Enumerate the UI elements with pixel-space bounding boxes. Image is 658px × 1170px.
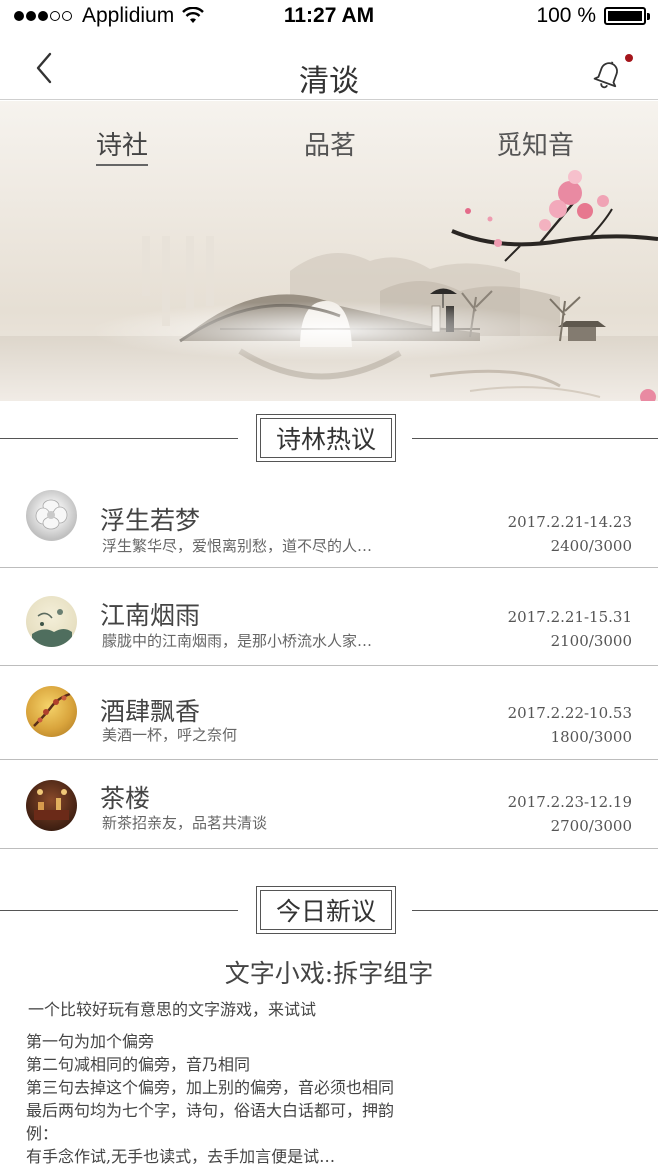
battery-percent: 100 %: [536, 4, 596, 27]
status-right: 100 %: [536, 4, 650, 28]
topic-title: 酒肆飘香: [100, 697, 201, 726]
topic-title: 浮生若梦: [100, 506, 201, 535]
topic-date: 2017.2.23-12.19: [507, 793, 632, 811]
list-item[interactable]: 酒肆飘香 美酒一杯，呼之奈何 2017.2.22-10.53 1800/3000: [0, 666, 658, 760]
tab-tea-tasting[interactable]: 品茗: [304, 125, 356, 162]
topic-date: 2017.2.21-15.31: [507, 608, 632, 626]
divider-line: [0, 438, 238, 439]
list-item[interactable]: 浮生若梦 浮生繁华尽，爱恨离别愁，道不尽的人… 2017.2.21-14.23 …: [0, 470, 658, 568]
topic-subtitle: 新茶招亲友，品茗共清谈: [102, 814, 268, 832]
article-line: 例：: [26, 1124, 59, 1143]
divider-line: [412, 438, 658, 439]
list-item[interactable]: 江南烟雨 朦胧中的江南烟雨，是那小桥流水人家… 2017.2.21-15.31 …: [0, 568, 658, 666]
topic-list: 浮生若梦 浮生繁华尽，爱恨离别愁，道不尽的人… 2017.2.21-14.23 …: [0, 470, 658, 849]
hot-section-header: 诗林热议: [0, 414, 658, 464]
battery-icon: [604, 7, 650, 25]
topic-count: 2100/3000: [550, 632, 632, 650]
section-title: 今日新议: [256, 886, 396, 934]
plum-blossom-avatar: [26, 686, 77, 737]
white-flower-avatar: [26, 490, 77, 541]
tea-house-avatar: [26, 780, 77, 831]
section-title: 诗林热议: [256, 414, 396, 462]
topic-subtitle: 美酒一杯，呼之奈何: [102, 726, 238, 744]
topic-date: 2017.2.21-14.23: [507, 513, 632, 531]
article-line: 最后两句均为七个字，诗句，俗语大白话都可，押韵: [26, 1101, 395, 1120]
status-bar: Applidium 11:27 AM 100 %: [0, 0, 658, 34]
today-section-header: 今日新议: [0, 886, 658, 936]
article-line: 有手念作试,无手也读式，去手加言便是试…: [26, 1147, 336, 1166]
chevron-left-icon: [36, 52, 52, 84]
divider-line: [412, 910, 658, 911]
notification-dot: [625, 54, 633, 62]
divider-line: [0, 910, 238, 911]
article-line: 第一句为加个偏旁: [26, 1032, 155, 1051]
notification-button[interactable]: [588, 50, 633, 94]
topic-count: 1800/3000: [550, 728, 632, 746]
article-line: 第二句减相同的偏旁，音乃相同: [26, 1055, 251, 1074]
topic-subtitle: 浮生繁华尽，爱恨离别愁，道不尽的人…: [102, 537, 373, 555]
topic-subtitle: 朦胧中的江南烟雨，是那小桥流水人家…: [102, 632, 373, 650]
page-title: 清谈: [299, 64, 359, 99]
topic-count: 2700/3000: [550, 817, 632, 835]
article-title[interactable]: 文字小戏:拆字组字: [0, 954, 658, 990]
article-intro: 一个比较好玩有意思的文字游戏，来试试: [28, 1000, 317, 1019]
nav-bar: 清谈: [0, 34, 658, 100]
topic-date: 2017.2.22-10.53: [507, 704, 632, 722]
article-line: 第三句去掉这个偏旁，加上别的偏旁，音必须也相同: [26, 1078, 395, 1097]
article-body: 第一句为加个偏旁 第二句减相同的偏旁，音乃相同 第三句去掉这个偏旁，加上别的偏旁…: [26, 1030, 394, 1168]
topic-title: 茶楼: [100, 784, 151, 813]
topic-title: 江南烟雨: [100, 601, 201, 630]
list-item[interactable]: 茶楼 新茶招亲友，品茗共清谈 2017.2.23-12.19 2700/3000: [0, 760, 658, 849]
back-button[interactable]: [28, 48, 64, 88]
topic-count: 2400/3000: [550, 537, 632, 555]
tab-find-friend[interactable]: 觅知音: [496, 125, 574, 162]
banner: 诗社 品茗 觅知音: [0, 101, 658, 401]
tab-poetry-club[interactable]: 诗社: [96, 125, 149, 166]
ink-painting-avatar: [26, 596, 77, 647]
